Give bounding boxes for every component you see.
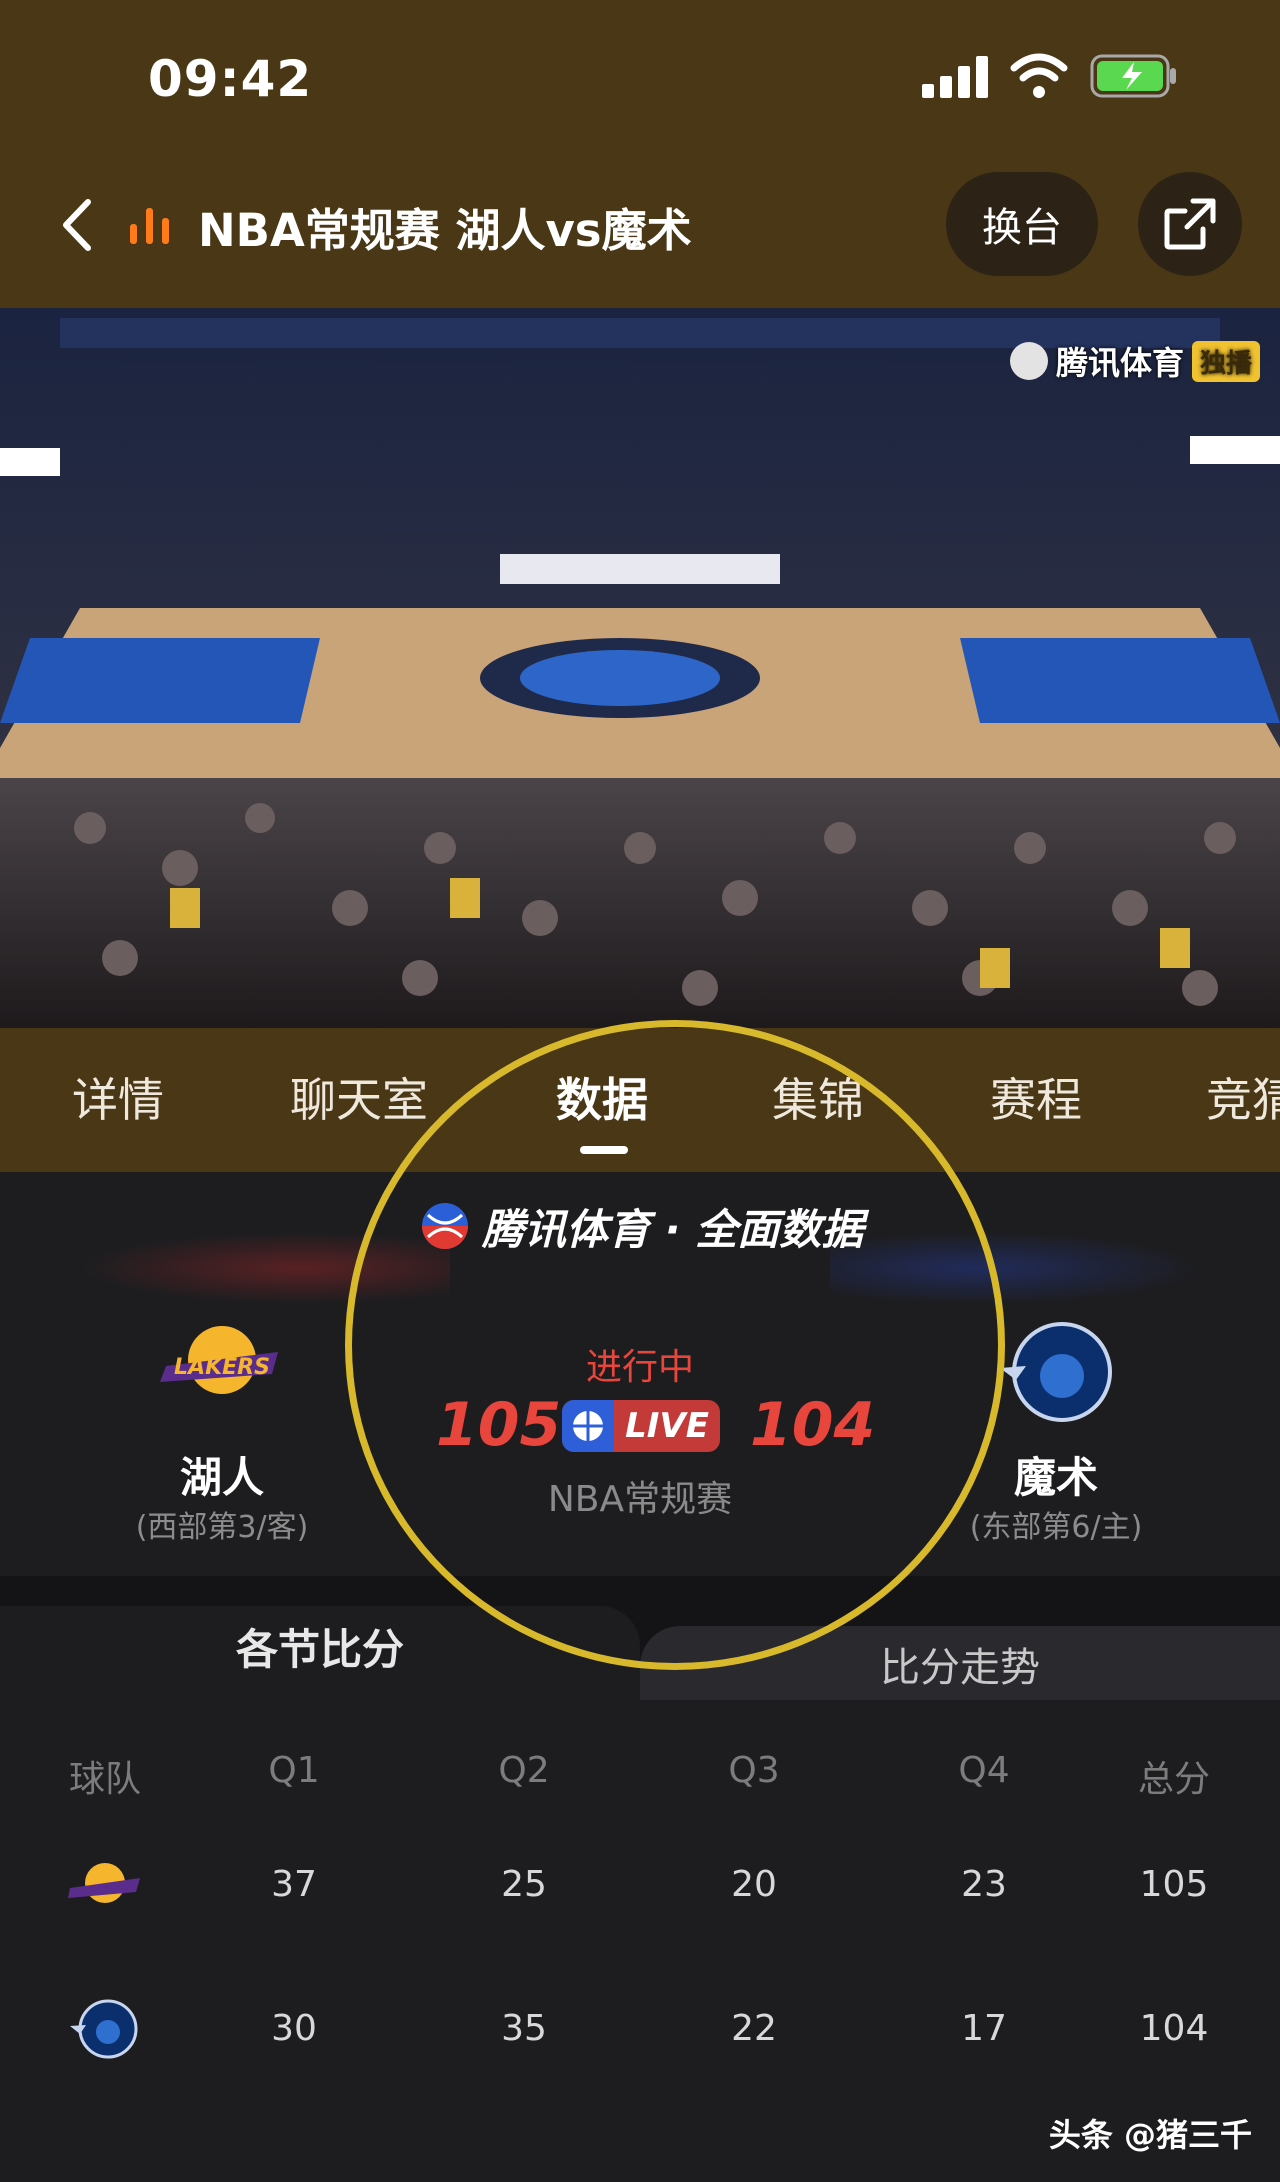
row1-total: 105 — [1139, 1864, 1209, 1905]
col-q2: Q2 — [498, 1750, 550, 1791]
data-brand: 腾讯体育 · 全面数据 — [420, 1196, 863, 1256]
broadcaster-watermark: 腾讯体育 独播 — [1009, 338, 1260, 384]
decor-glow-right — [830, 1232, 1200, 1304]
live-badge[interactable]: LIVE — [562, 1400, 720, 1452]
col-q4: Q4 — [958, 1750, 1010, 1791]
tab-details[interactable]: 详情 — [72, 1064, 164, 1130]
away-score: 104 — [750, 1390, 876, 1460]
watermark-text: 腾讯体育 — [1055, 344, 1184, 382]
live-label: LIVE — [625, 1406, 709, 1446]
col-q1: Q1 — [268, 1750, 320, 1791]
lakers-small-logo-icon — [68, 1863, 140, 1903]
live-audio-icon — [130, 208, 182, 244]
row2-q4: 17 — [961, 2008, 1007, 2049]
active-tab-indicator — [580, 1146, 628, 1154]
col-total: 总分 — [1137, 1759, 1210, 1800]
back-icon[interactable] — [56, 196, 96, 254]
tencent-sports-logo-icon — [1009, 342, 1048, 380]
home-score: 105 — [436, 1390, 562, 1460]
tab-schedule[interactable]: 赛程 — [990, 1064, 1082, 1130]
battery-icon — [1090, 54, 1176, 98]
status-time: 09:42 — [148, 50, 313, 108]
row1-q1: 37 — [271, 1864, 317, 1905]
switch-channel-button[interactable]: 换台 — [946, 172, 1098, 276]
row1-q2: 25 — [501, 1864, 547, 1905]
tab-highlights[interactable]: 集锦 — [772, 1064, 864, 1130]
signal-icon — [922, 56, 988, 98]
row1-q3: 20 — [731, 1864, 777, 1905]
share-icon — [1164, 198, 1216, 250]
decor-glow-left — [80, 1232, 450, 1304]
row2-q1: 30 — [271, 2008, 317, 2049]
video-player[interactable]: 腾讯体育 独播 — [0, 308, 1280, 1028]
tab-data[interactable]: 数据 — [556, 1064, 648, 1130]
basketball-icon — [562, 1400, 614, 1452]
match-scoreboard: 腾讯体育 · 全面数据 LAKERS 湖人 (西部第3/客) 魔术 (东部第6/… — [0, 1172, 1280, 1576]
tencent-sports-icon — [422, 1203, 468, 1249]
top-bar: 09:42 NBA常规赛 湖人vs魔术 换台 — [0, 0, 1280, 308]
page-title: NBA常规赛 湖人vs魔术 — [198, 204, 692, 257]
share-button[interactable] — [1138, 172, 1242, 276]
match-status: 进行中 — [585, 1347, 694, 1388]
tab-chatroom[interactable]: 聊天室 — [290, 1064, 428, 1130]
exclusive-badge: 独播 — [1191, 340, 1260, 382]
author-credit: 头条 @猪三千 — [1048, 2116, 1252, 2154]
arena-scene — [0, 308, 1280, 1028]
tab-quarter-scores[interactable]: 各节比分 — [0, 1606, 640, 1710]
content-tabs: 详情 聊天室 数据 集锦 赛程 竞猜 — [0, 1028, 1280, 1172]
magic-small-logo-icon — [70, 1999, 138, 2059]
row1-q4: 23 — [961, 1864, 1007, 1905]
tab-quiz[interactable]: 竞猜 — [1206, 1064, 1280, 1130]
row2-total: 104 — [1139, 2008, 1209, 2049]
tab-score-trend[interactable]: 比分走势 — [640, 1626, 1280, 1710]
brand-title: 腾讯体育 · 全面数据 — [482, 1204, 864, 1254]
col-team: 球队 — [68, 1759, 141, 1800]
col-q3: Q3 — [728, 1750, 780, 1791]
wifi-icon — [1010, 53, 1068, 98]
row2-q2: 35 — [501, 2008, 547, 2049]
row2-q3: 22 — [731, 2008, 777, 2049]
section-toggle: 比分走势 各节比分 — [0, 1576, 1280, 1710]
league-name: NBA常规赛 — [547, 1479, 733, 1520]
